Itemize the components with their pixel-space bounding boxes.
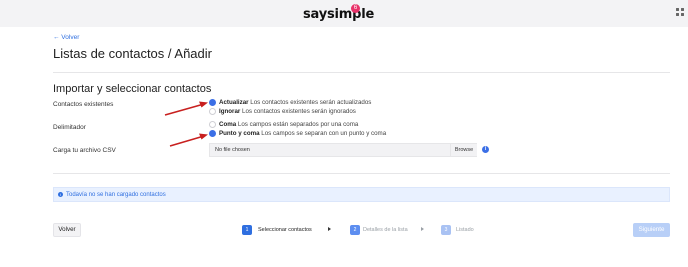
annotation-arrow-semicolon <box>169 133 208 147</box>
option-update-desc: Los contactos existentes serán actualiza… <box>248 99 372 106</box>
delimiter-label: Delimitador <box>53 124 86 131</box>
csv-upload-label: Carga tu archivo CSV <box>53 147 116 154</box>
step-2-label: Detalles de la lista <box>363 227 408 233</box>
info-alert: i Todavía no se han cargado contactos <box>53 187 670 202</box>
csv-file-input[interactable]: No file chosen Browse <box>209 143 477 157</box>
option-update[interactable]: Actualizar Los contactos existentes será… <box>219 99 371 106</box>
option-ignore[interactable]: Ignorar Los contactos existentes serán i… <box>219 108 356 115</box>
radio-ignore[interactable] <box>209 108 216 115</box>
option-update-title: Actualizar <box>219 99 249 106</box>
chevron-right-icon <box>421 227 424 231</box>
annotation-arrow-update <box>164 101 208 116</box>
brand-logo[interactable]: saysimple <box>303 7 374 22</box>
section-title: Importar y seleccionar contactos <box>53 83 212 95</box>
info-icon: i <box>58 192 63 197</box>
page-title: Listas de contactos / Añadir <box>53 46 212 61</box>
top-bar: saysimple 6 <box>0 0 688 27</box>
radio-update[interactable] <box>209 99 216 106</box>
step-1-number: 1 <box>242 225 252 235</box>
existing-contacts-label: Contactos existentes <box>53 101 114 108</box>
option-semicolon-title: Punto y coma <box>219 130 260 137</box>
grid-icon[interactable] <box>676 8 684 16</box>
next-button[interactable]: Siguiente <box>633 223 670 237</box>
step-3-number: 3 <box>441 225 451 235</box>
chevron-right-icon <box>328 227 331 231</box>
option-ignore-desc: Los contactos existentes serán ignorados <box>240 108 356 115</box>
option-semicolon-desc: Los campos se separan con un punto y com… <box>259 130 387 137</box>
notification-badge[interactable]: 6 <box>351 4 360 13</box>
option-comma[interactable]: Coma Los campos están separados por una … <box>219 121 358 128</box>
back-button[interactable]: Volver <box>53 223 81 237</box>
divider <box>53 72 670 73</box>
option-semicolon[interactable]: Punto y coma Los campos se separan con u… <box>219 130 386 137</box>
radio-semicolon[interactable] <box>209 130 216 137</box>
alert-text: Todavía no se han cargado contactos <box>66 191 166 198</box>
option-comma-desc: Los campos están separados por una coma <box>236 121 359 128</box>
browse-button[interactable]: Browse <box>450 144 477 156</box>
radio-comma[interactable] <box>209 121 216 128</box>
option-comma-title: Coma <box>219 121 237 128</box>
info-icon[interactable]: i <box>482 146 489 153</box>
step-2-number: 2 <box>350 225 360 235</box>
option-ignore-title: Ignorar <box>219 108 241 115</box>
divider <box>53 173 670 174</box>
file-status-text: No file chosen <box>215 147 250 153</box>
step-1-label: Seleccionar contactos <box>258 227 312 233</box>
step-3-label: Listado <box>456 227 474 233</box>
back-link[interactable]: ← Volver <box>53 34 79 41</box>
